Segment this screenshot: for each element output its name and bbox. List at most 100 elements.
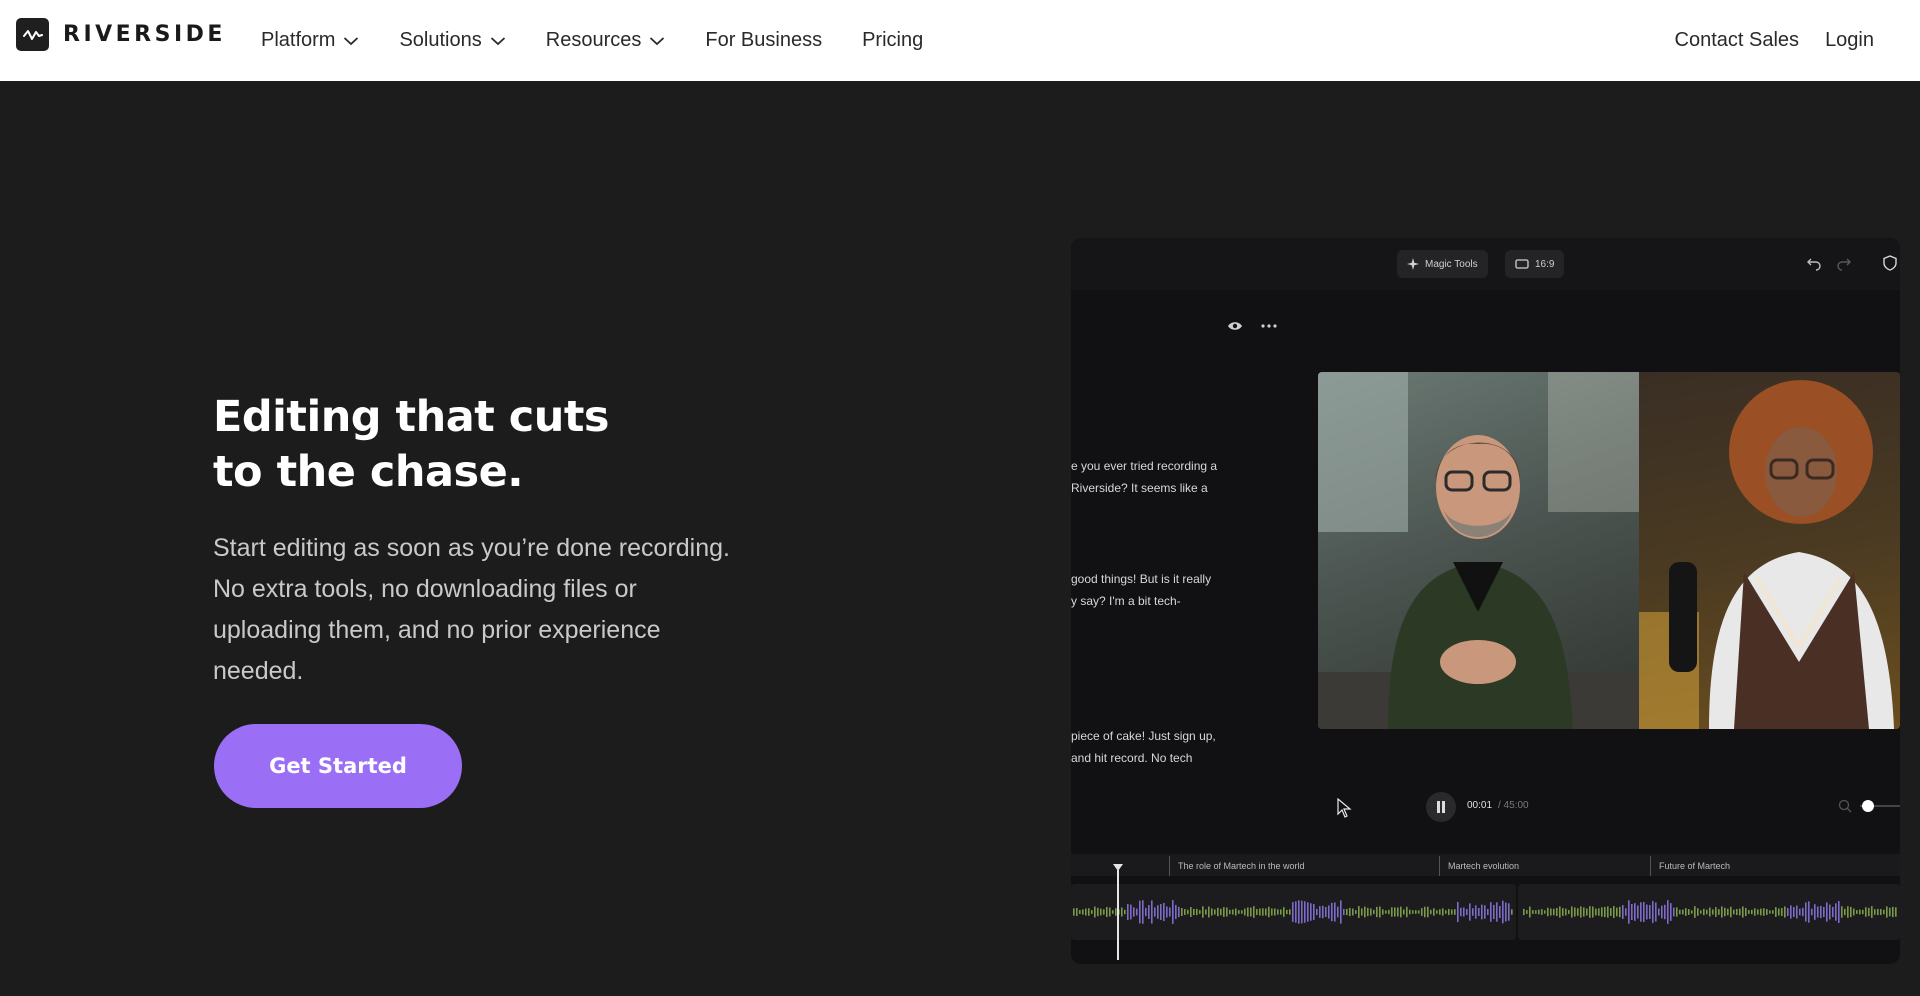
timeline-chapter[interactable]: Future of Martech [1650,856,1730,876]
waveform-bar [1688,909,1690,915]
waveform-bar [1583,907,1585,917]
waveform-bar [1526,910,1528,914]
transcript-line[interactable]: y say? I'm a bit tech- [1071,590,1181,612]
waveform-bar [1433,908,1435,916]
waveform-bar [1694,906,1696,918]
waveform-bar [1610,908,1612,916]
waveform-bar [1148,905,1150,919]
waveform-bar [1400,906,1402,918]
waveform-bar [1661,905,1663,919]
waveform-bar [1322,905,1324,919]
waveform-bar [1652,901,1654,923]
get-started-button[interactable]: Get Started [214,724,462,808]
waveform-bar [1304,901,1306,923]
waveform-bar [1073,908,1075,916]
hero-subtext: Start editing as soon as you’re done rec… [213,534,730,685]
waveform-bar [1784,906,1786,918]
waveform-bar [1391,907,1393,917]
waveform-bar [1163,902,1165,922]
timeline-chapter[interactable]: The role of Martech in the world [1169,856,1305,876]
waveform-bar [1745,907,1747,917]
waveform-bar [1445,910,1447,914]
waveform-bar [1295,901,1297,923]
pause-button[interactable] [1426,792,1456,822]
nav-item-pricing[interactable]: Pricing [862,29,923,52]
transcript-line[interactable]: good things! But is it really [1071,568,1211,590]
waveform-bar [1214,909,1216,915]
contact-sales-link[interactable]: Contact Sales [1675,29,1800,52]
nav-item-for-business[interactable]: For Business [705,29,822,52]
waveform-bar [1286,909,1288,915]
waveform-bar [1565,908,1567,916]
waveform-bar [1199,910,1201,914]
waveform-bar [1541,909,1543,915]
zoom-slider-handle[interactable] [1862,800,1874,812]
waveform-bar [1112,910,1114,914]
waveform-bar [1205,909,1207,915]
waveform-bar [1751,909,1753,915]
waveform-bar [1811,908,1813,916]
waveform-bar [1736,908,1738,916]
waveform-bar [1655,902,1657,922]
eye-icon[interactable] [1227,320,1243,332]
more-options-icon[interactable] [1261,324,1277,328]
waveform-bar [1217,907,1219,917]
waveform-bar [1277,909,1279,915]
waveform-bar [1355,910,1357,914]
waveform-bar [1160,904,1162,920]
waveform-bar [1616,907,1618,917]
waveform-bar [1505,902,1507,922]
waveform-bar [1724,907,1726,917]
waveform-bar [1166,906,1168,918]
login-link[interactable]: Login [1825,29,1874,52]
zoom-icon[interactable] [1838,799,1852,813]
waveform-bar [1775,907,1777,917]
brand-logo[interactable]: RIVERSIDE [16,18,226,51]
waveform-bar [1076,907,1078,917]
waveform-bar [1178,906,1180,918]
host-video-tile [1318,372,1639,729]
waveform-bar [1157,905,1159,919]
waveform-bar [1742,906,1744,918]
nav-item-label: Resources [545,29,642,51]
waveform-bar [1424,906,1426,918]
waveform-bar [1862,909,1864,915]
undo-icon[interactable] [1806,255,1822,271]
waveform-bar [1676,907,1678,917]
waveform-bar [1544,910,1546,914]
timeline-chapter[interactable]: Martech evolution [1439,856,1519,876]
nav-item-platform[interactable]: Platform [261,29,359,52]
transcript-line[interactable]: e you ever tried recording a [1071,455,1217,477]
transcript-line[interactable]: piece of cake! Just sign up, [1071,725,1216,747]
magic-tools-button[interactable]: Magic Tools [1397,250,1488,278]
waveform-bar [1115,908,1117,916]
waveform-bar [1154,907,1156,917]
guest-video-tile [1639,372,1900,729]
headline-line-1: Editing that cuts [213,392,610,442]
waveform-bar [1838,901,1840,923]
editor-preview: Magic Tools 16:9 e you ever tried record… [1071,238,1900,964]
nav-item-solutions[interactable]: Solutions [399,29,505,52]
waveform-bar [1817,906,1819,918]
waveform-bar [1532,910,1534,914]
aspect-ratio-button[interactable]: 16:9 [1505,250,1565,278]
waveform-bar [1196,908,1198,916]
waveform-bar [1547,907,1549,917]
waveform-bar [1496,902,1498,922]
shield-icon[interactable] [1882,255,1898,271]
riverside-logo-icon [16,18,49,51]
nav-item-resources[interactable]: Resources [546,29,666,52]
waveform-bar [1487,908,1489,916]
waveform-bar [1628,900,1630,924]
waveform-bar [1358,906,1360,918]
waveform-bar [1475,905,1477,919]
transcript-line[interactable]: Riverside? It seems like a [1071,477,1208,499]
waveform-bar [1766,909,1768,915]
waveform-bar [1172,900,1174,924]
waveform-bar [1292,902,1294,922]
redo-icon[interactable] [1836,255,1852,271]
playback-controls: 00:01 / 45:00 [1071,786,1900,826]
waveform-bar [1349,907,1351,917]
transcript-line[interactable]: and hit record. No tech [1071,747,1192,769]
waveform-bar [1337,906,1339,918]
